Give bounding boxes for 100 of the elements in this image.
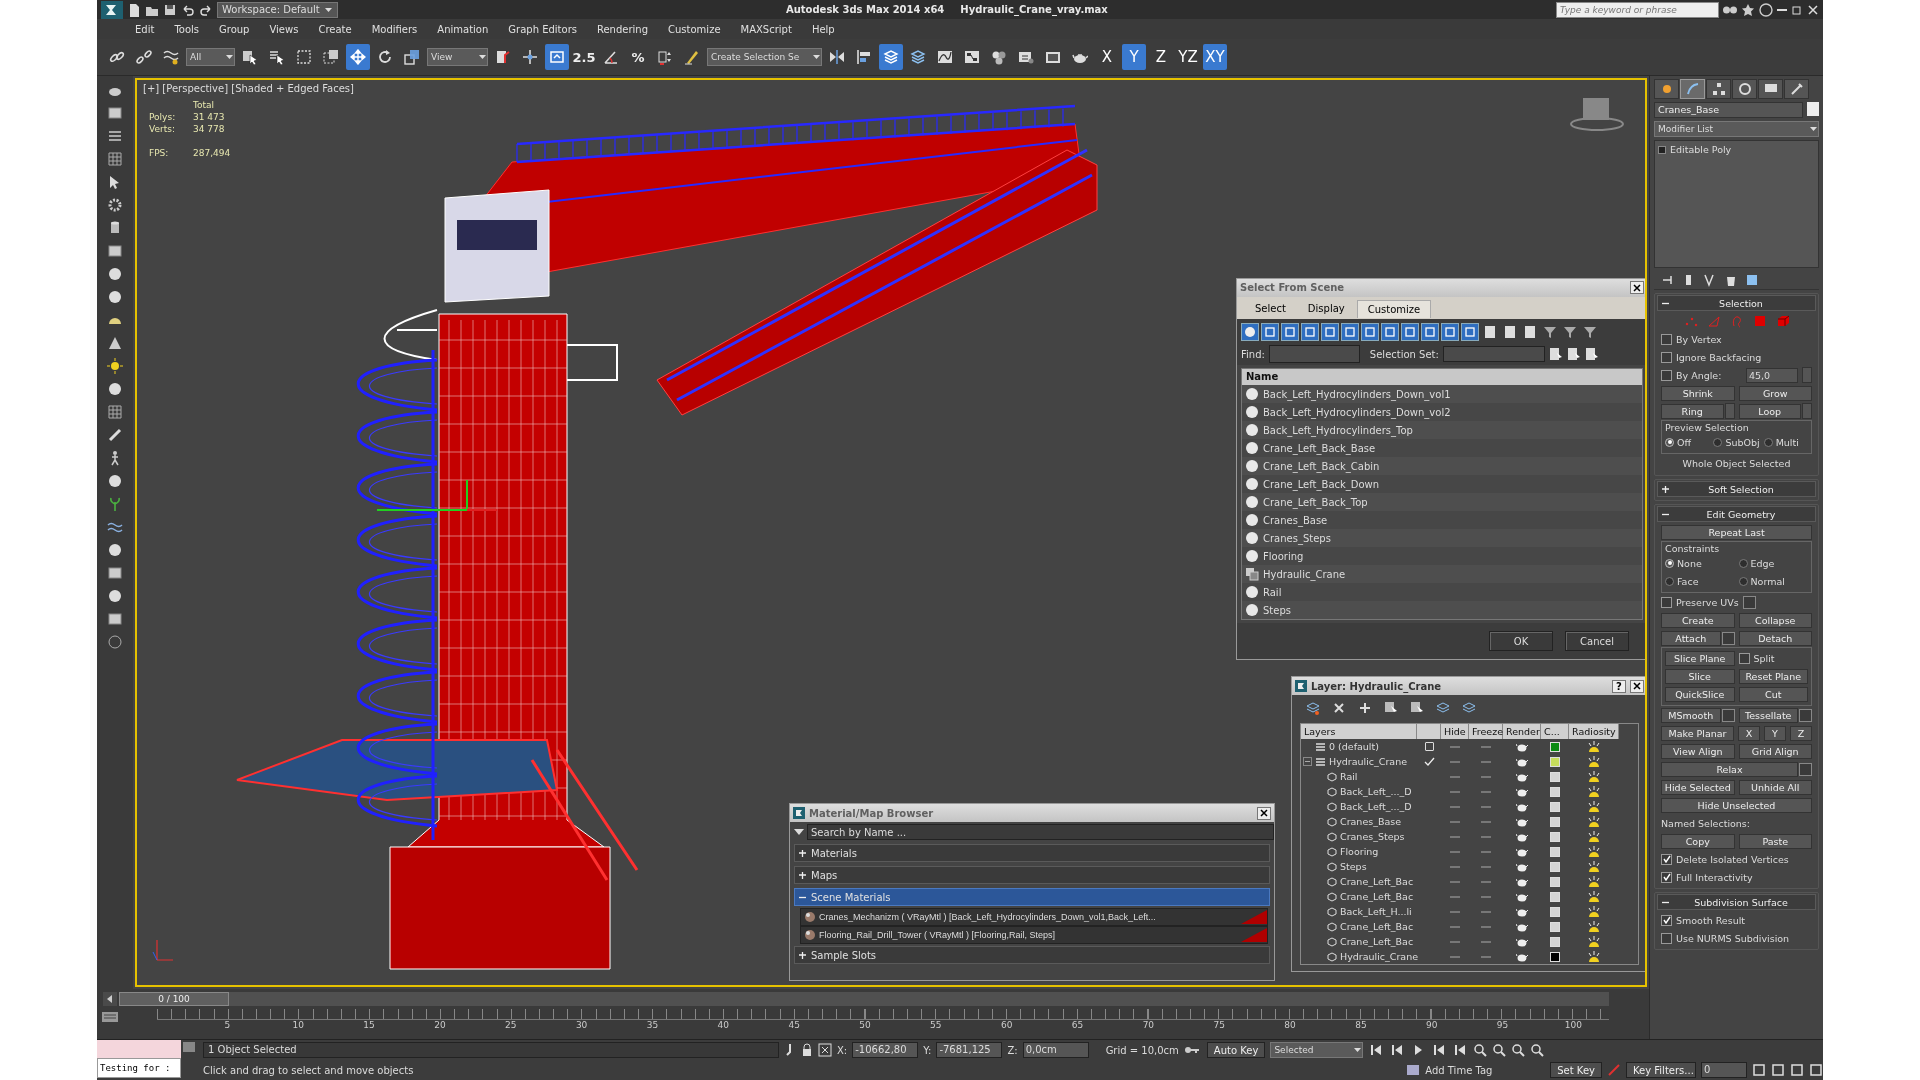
command-button[interactable]: Hide Selected bbox=[1661, 779, 1735, 795]
command-button[interactable]: Copy bbox=[1661, 833, 1735, 849]
column-header[interactable]: C... bbox=[1541, 724, 1569, 739]
dialog-tab[interactable]: Select bbox=[1245, 299, 1296, 318]
command-button[interactable]: Tessellate bbox=[1738, 707, 1798, 723]
menu-item[interactable]: Create bbox=[308, 23, 362, 35]
menu-item[interactable]: Modifiers bbox=[361, 23, 428, 35]
viewport-label[interactable]: [+] [Perspective] [Shaded + Edged Faces] bbox=[143, 83, 354, 94]
menu-item[interactable]: Group bbox=[209, 23, 260, 35]
coordinate-field[interactable]: -7681,125 bbox=[936, 1042, 1003, 1058]
layer-object-row[interactable]: Back_Left_..._D bbox=[1301, 784, 1417, 799]
object-list-item[interactable]: Steps bbox=[1242, 601, 1642, 620]
command-button[interactable]: Unhide All bbox=[1738, 779, 1812, 795]
command-button[interactable]: Collapse bbox=[1738, 612, 1812, 628]
layer-object-row[interactable]: Crane_Left_Bac bbox=[1301, 889, 1417, 904]
menu-item[interactable]: Rendering bbox=[586, 23, 659, 35]
command-button[interactable]: Cut bbox=[1738, 686, 1808, 702]
rollout-header[interactable]: Selection bbox=[1657, 295, 1816, 311]
command-button[interactable]: Paste bbox=[1738, 833, 1812, 849]
command-button[interactable]: Ring bbox=[1661, 403, 1724, 419]
key-mode-dropdown[interactable]: Selected bbox=[1270, 1042, 1364, 1058]
dialog-button[interactable]: Cancel bbox=[1565, 631, 1629, 652]
command-button[interactable]: Relax bbox=[1661, 761, 1798, 777]
menu-item[interactable]: Customize bbox=[658, 23, 731, 35]
menu-item[interactable]: Edit bbox=[125, 23, 165, 35]
command-button[interactable]: Make Planar bbox=[1661, 725, 1734, 741]
object-list-item[interactable]: Crane_Left_Back_Top bbox=[1242, 493, 1642, 512]
axis-button[interactable]: Y bbox=[1764, 725, 1786, 741]
menu-item[interactable]: Help bbox=[801, 23, 845, 35]
command-button[interactable]: QuickSlice bbox=[1665, 686, 1735, 702]
snap-button[interactable]: 2.5 bbox=[572, 44, 596, 70]
dialog-button[interactable]: OK bbox=[1489, 631, 1553, 652]
object-list-item[interactable]: Back_Left_Hydrocylinders_Down_vol1 bbox=[1242, 385, 1642, 404]
column-header[interactable]: Freeze bbox=[1469, 724, 1503, 739]
coordinate-field[interactable]: -10662,80 bbox=[852, 1042, 919, 1058]
object-list-item[interactable]: Crane_Left_Back_Cabin bbox=[1242, 457, 1642, 476]
column-header[interactable]: Name bbox=[1242, 369, 1642, 386]
angle-input-field[interactable]: 45,0 bbox=[1746, 367, 1798, 383]
command-button[interactable]: Slice Plane bbox=[1665, 650, 1735, 666]
workspace-dropdown[interactable]: Workspace: Default bbox=[217, 1, 338, 18]
layer-object-row[interactable]: Rail bbox=[1301, 769, 1417, 784]
command-button[interactable]: Shrink bbox=[1661, 385, 1735, 401]
material-item[interactable]: Cranes_Mechanizm ( VRayMtl ) [Back_Left_Hydrocylinders_Down_vol1,Back_Left... bbox=[800, 908, 1268, 926]
command-button[interactable]: Grow bbox=[1738, 385, 1812, 401]
category-header[interactable]: Materials bbox=[794, 844, 1270, 862]
menu-item[interactable]: Views bbox=[259, 23, 309, 35]
command-button[interactable]: Attach bbox=[1661, 630, 1721, 646]
axis-constraint-button[interactable]: X bbox=[1095, 44, 1119, 70]
object-list-item[interactable]: Back_Left_Hydrocylinders_Top bbox=[1242, 421, 1642, 440]
command-button[interactable]: Slice bbox=[1665, 668, 1735, 684]
rollout-header[interactable]: Soft Selection bbox=[1657, 481, 1816, 497]
menu-item[interactable]: Graph Editors bbox=[498, 23, 587, 35]
command-button[interactable]: Loop bbox=[1738, 403, 1801, 419]
time-slider-thumb[interactable]: 0 / 100 bbox=[119, 992, 229, 1006]
command-button[interactable]: Hide Unselected bbox=[1661, 797, 1812, 813]
menu-item[interactable]: Tools bbox=[164, 23, 209, 35]
help-button[interactable]: ? bbox=[1612, 679, 1626, 693]
column-header[interactable]: Radiosity bbox=[1569, 724, 1619, 739]
dialog-tab[interactable]: Display bbox=[1297, 299, 1355, 318]
column-header[interactable]: Hide bbox=[1441, 724, 1469, 739]
current-frame-field[interactable]: 0 bbox=[1701, 1062, 1747, 1078]
menu-item[interactable]: MAXScript bbox=[730, 23, 802, 35]
object-list-item[interactable]: Cranes_Steps bbox=[1242, 529, 1642, 548]
command-button[interactable]: Grid Align bbox=[1738, 743, 1812, 759]
command-button[interactable]: Detach bbox=[1738, 630, 1812, 646]
layer-row[interactable]: Hydraulic_Crane bbox=[1301, 754, 1417, 769]
key-filters-button[interactable]: Key Filters... bbox=[1626, 1062, 1696, 1078]
object-name-field[interactable]: Cranes_Base bbox=[1654, 102, 1803, 118]
axis-constraint-button[interactable]: Y bbox=[1122, 44, 1146, 70]
category-header[interactable]: Maps bbox=[794, 866, 1270, 884]
modifier-list-dropdown[interactable]: Modifier List bbox=[1654, 121, 1819, 137]
add-time-tag-text[interactable]: Add Time Tag bbox=[1425, 1064, 1546, 1076]
axis-constraint-button[interactable]: XY bbox=[1203, 44, 1227, 70]
layer-object-row[interactable]: Back_Left_H...li bbox=[1301, 904, 1417, 919]
listener-output[interactable]: Testing for : bbox=[97, 1058, 181, 1078]
category-header[interactable]: Scene Materials bbox=[794, 888, 1270, 906]
axis-button[interactable]: Z bbox=[1790, 725, 1812, 741]
command-button[interactable]: Repeat Last bbox=[1661, 524, 1812, 540]
command-button[interactable]: Reset Plane bbox=[1738, 668, 1808, 684]
layer-object-row[interactable]: Steps bbox=[1301, 859, 1417, 874]
axis-constraint-button[interactable]: YZ bbox=[1176, 44, 1200, 70]
layer-object-row[interactable]: Back_Left_..._D bbox=[1301, 799, 1417, 814]
object-list-item[interactable]: Hydraulic_Crane bbox=[1242, 565, 1642, 584]
layer-object-row[interactable]: Hydraulic_Crane bbox=[1301, 949, 1417, 964]
column-header[interactable]: Layers bbox=[1301, 724, 1417, 739]
command-button[interactable]: View Align bbox=[1661, 743, 1735, 759]
axis-button[interactable]: X bbox=[1738, 725, 1760, 741]
column-header[interactable]: Render bbox=[1503, 724, 1541, 739]
dropdown-field[interactable]: View bbox=[427, 48, 488, 66]
layer-row[interactable]: 0 (default) bbox=[1301, 739, 1417, 754]
dropdown-field[interactable]: All bbox=[186, 48, 235, 66]
search-field[interactable]: Type a keyword or phrase bbox=[1556, 1, 1719, 18]
coordinate-field[interactable]: 0,0cm bbox=[1022, 1042, 1089, 1058]
rollout-header[interactable]: Subdivision Surface bbox=[1657, 894, 1816, 910]
search-field[interactable]: Search by Name ... bbox=[807, 824, 1274, 840]
time-slider[interactable]: 0 / 100 bbox=[119, 992, 1609, 1006]
menu-item[interactable]: Animation bbox=[427, 23, 499, 35]
dropdown-field[interactable]: Create Selection Se bbox=[707, 48, 822, 66]
modifier-stack-item[interactable]: Editable Poly bbox=[1658, 144, 1815, 155]
material-item[interactable]: Flooring_Rail_Drill_Tower ( VRayMtl ) [Flooring,Rail, Steps] bbox=[800, 926, 1268, 944]
